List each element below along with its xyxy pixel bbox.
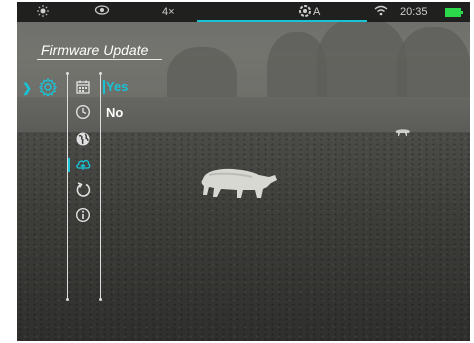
boar-target	[201, 168, 277, 198]
border-dot	[99, 72, 102, 75]
cloud-upload-icon[interactable]	[75, 156, 93, 174]
settings-gear-icon[interactable]	[38, 77, 58, 101]
thermal-viewfinder: 4× A 20:35 Firmware Update ❯ Yes No	[17, 2, 470, 341]
menu-right-border	[100, 74, 101, 300]
reset-icon[interactable]	[75, 181, 93, 199]
battery-icon	[445, 8, 463, 17]
distant-animal	[395, 129, 410, 136]
color-palette-icon	[299, 5, 311, 21]
chevron-right-icon: ❯	[22, 81, 33, 95]
calendar-icon[interactable]	[75, 79, 93, 97]
selected-option-indicator	[103, 80, 105, 94]
mode-label: A	[313, 6, 321, 18]
title-divider	[37, 59, 162, 60]
menu-left-border	[67, 74, 68, 300]
clock-time: 20:35	[400, 6, 428, 18]
brightness-icon	[37, 5, 49, 21]
info-icon[interactable]	[75, 207, 93, 225]
status-bar: 4× A 20:35	[17, 2, 470, 22]
wifi-icon	[374, 5, 388, 20]
menu-title: Firmware Update	[41, 42, 149, 58]
zoom-level: 4×	[162, 6, 175, 18]
border-dot	[66, 72, 69, 75]
status-accent-line	[197, 20, 367, 22]
globe-icon[interactable]	[75, 131, 93, 149]
eye-icon	[94, 5, 110, 19]
border-dot	[66, 298, 69, 301]
option-yes[interactable]: Yes	[106, 79, 128, 94]
option-no[interactable]: No	[106, 105, 123, 120]
clock-icon[interactable]	[75, 104, 93, 122]
border-dot	[99, 298, 102, 301]
active-item-indicator	[68, 158, 70, 172]
